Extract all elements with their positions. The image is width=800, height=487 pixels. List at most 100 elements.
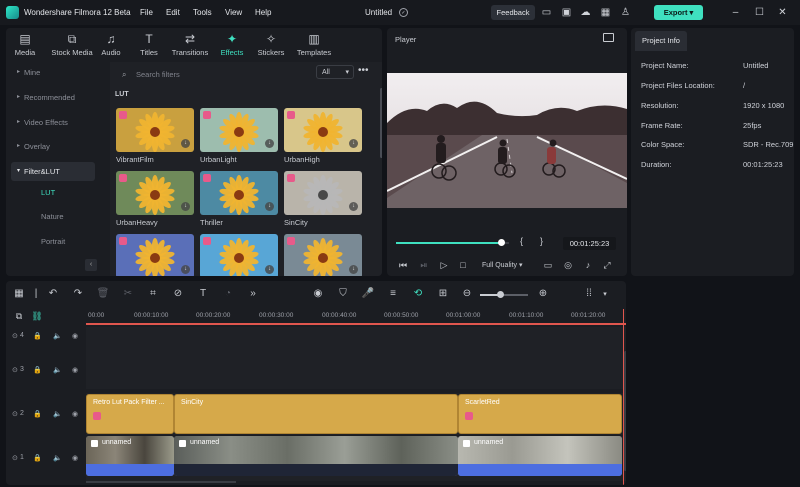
mark-out-button[interactable]: }: [540, 236, 543, 246]
menu-view[interactable]: View: [225, 8, 242, 17]
play-frame-icon[interactable]: ⏯: [418, 260, 430, 271]
download-icon[interactable]: ↓: [265, 265, 274, 274]
download-icon[interactable]: ↓: [349, 139, 358, 148]
effect-clip[interactable]: Retro Lut Pack Filter ...: [86, 394, 174, 434]
mask-icon[interactable]: ⊘: [171, 288, 185, 299]
close-icon[interactable]: ✕: [777, 7, 788, 18]
cloud-icon[interactable]: ☁: [580, 7, 591, 18]
text-icon[interactable]: T: [196, 288, 210, 299]
track-visibility-icon[interactable]: ⊙: [12, 410, 18, 418]
timeline-horizontal-scrollbar[interactable]: [86, 481, 236, 483]
auto-ripple-icon[interactable]: ⟲: [411, 288, 425, 299]
link-icon[interactable]: ⛓: [30, 311, 44, 322]
microphone-icon[interactable]: 🎤: [361, 288, 375, 299]
lut-thumbnail[interactable]: ↓: [116, 108, 194, 152]
speaker-icon[interactable]: 🔈: [53, 332, 62, 340]
speaker-icon[interactable]: 🔈: [53, 454, 62, 462]
eye-icon[interactable]: ◉: [72, 454, 78, 462]
lut-thumbnail[interactable]: ↓: [116, 234, 194, 276]
effect-clip[interactable]: ScarletRed: [458, 394, 622, 434]
grid-view-icon[interactable]: ⁞⁞: [582, 288, 596, 299]
sidebar-subitem-nature[interactable]: Nature: [41, 212, 64, 221]
lut-thumbnail[interactable]: ↓: [200, 171, 278, 215]
voiceover-icon[interactable]: ≡: [386, 288, 400, 299]
sidebar-item-mine[interactable]: ▸ Mine: [11, 63, 95, 82]
delete-icon[interactable]: 🗑: [96, 288, 110, 299]
collapse-sidebar-button[interactable]: ‹: [85, 259, 97, 271]
download-icon[interactable]: ↓: [181, 265, 190, 274]
grid-icon[interactable]: ▦: [600, 7, 611, 18]
lut-thumbnail[interactable]: ↓: [200, 234, 278, 276]
lut-thumbnail[interactable]: ↓: [200, 108, 278, 152]
tab-stickers[interactable]: ✧ Stickers: [253, 32, 289, 60]
play-icon[interactable]: ▷: [438, 260, 450, 271]
lut-thumbnail[interactable]: ↓: [116, 171, 194, 215]
tab-titles[interactable]: T Titles: [132, 32, 166, 60]
playback-progress[interactable]: [396, 242, 502, 244]
more-tools-icon[interactable]: »: [246, 288, 260, 299]
menu-help[interactable]: Help: [255, 8, 271, 17]
more-options-icon[interactable]: •••: [358, 65, 369, 76]
download-icon[interactable]: ↓: [181, 202, 190, 211]
video-clip[interactable]: unnamed: [86, 436, 174, 476]
zoom-out-icon[interactable]: ⊖: [460, 288, 474, 299]
tab-project-info[interactable]: Project Info: [635, 31, 687, 51]
tab-transitions[interactable]: ⇄ Transitions: [169, 32, 211, 60]
download-icon[interactable]: ↓: [349, 265, 358, 274]
quality-select[interactable]: Full Quality ▾: [482, 261, 522, 269]
download-icon[interactable]: ↓: [265, 202, 274, 211]
track-visibility-icon[interactable]: ⊙: [12, 366, 18, 374]
lut-thumbnail[interactable]: ↓: [284, 171, 362, 215]
lock-icon[interactable]: 🔒: [33, 366, 42, 374]
library-scrollbar[interactable]: [380, 88, 382, 158]
cut-icon[interactable]: ✂: [121, 288, 135, 299]
tab-effects[interactable]: ✦ Effects: [214, 32, 250, 60]
menu-edit[interactable]: Edit: [166, 8, 180, 17]
render-icon[interactable]: ◉: [311, 288, 325, 299]
sidebar-subitem-portrait[interactable]: Portrait: [41, 237, 65, 246]
tab-stock-media[interactable]: ⧉ Stock Media: [49, 32, 95, 60]
crop-icon[interactable]: ⌗: [146, 288, 160, 299]
speed-icon[interactable]: ◔: [221, 288, 235, 299]
redo-icon[interactable]: ↷: [71, 288, 85, 299]
eye-icon[interactable]: ◉: [72, 332, 78, 340]
zoom-in-icon[interactable]: ⊕: [536, 288, 550, 299]
chevron-down-icon[interactable]: ▾: [598, 290, 612, 298]
playback-scrubber[interactable]: [498, 239, 506, 246]
mark-in-button[interactable]: {: [520, 236, 523, 246]
tab-audio[interactable]: ♫ Audio: [95, 32, 127, 60]
video-clip[interactable]: unnamed: [174, 436, 458, 476]
sidebar-item-video-effects[interactable]: ▸ Video Effects: [11, 113, 95, 132]
tab-media[interactable]: ▤ Media: [6, 32, 47, 60]
volume-icon[interactable]: ♪: [582, 260, 594, 270]
lut-thumbnail[interactable]: ↓: [284, 108, 362, 152]
split-view-icon[interactable]: ⊞: [436, 288, 450, 299]
account-icon[interactable]: ♙: [620, 7, 631, 18]
undo-icon[interactable]: ↶: [46, 288, 60, 299]
stop-icon[interactable]: □: [457, 260, 469, 270]
feedback-button[interactable]: Feedback: [491, 5, 535, 20]
sidebar-item-recommended[interactable]: ▸ Recommended: [11, 88, 95, 107]
download-icon[interactable]: ↓: [265, 139, 274, 148]
lock-icon[interactable]: 🔒: [33, 410, 42, 418]
download-icon[interactable]: ↓: [181, 139, 190, 148]
download-icon[interactable]: ↓: [349, 202, 358, 211]
project-status-icon[interactable]: ✓: [399, 8, 408, 17]
minimize-icon[interactable]: –: [730, 7, 741, 18]
filter-select[interactable]: All ▾: [316, 65, 354, 79]
lock-icon[interactable]: 🔒: [33, 454, 42, 462]
sidebar-item-filter-lut[interactable]: ▾ Filter&LUT: [11, 162, 95, 181]
menu-file[interactable]: File: [140, 8, 153, 17]
eye-icon[interactable]: ◉: [72, 410, 78, 418]
camera-icon[interactable]: ◎: [562, 260, 574, 271]
previous-frame-icon[interactable]: ⏮: [397, 260, 409, 271]
speaker-icon[interactable]: 🔈: [53, 366, 62, 374]
track-visibility-icon[interactable]: ⊙: [12, 332, 18, 340]
layout-icon[interactable]: ▦: [12, 288, 26, 299]
add-track-icon[interactable]: ⧉: [12, 311, 26, 322]
lut-thumbnail[interactable]: ↓: [284, 234, 362, 276]
zoom-slider[interactable]: [497, 291, 504, 298]
save-icon[interactable]: ▣: [561, 7, 572, 18]
playhead[interactable]: [623, 309, 624, 485]
snapshot-compare-icon[interactable]: [603, 33, 614, 42]
